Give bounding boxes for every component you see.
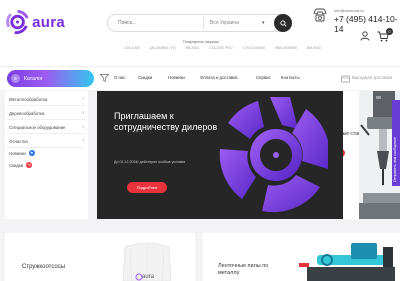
contact-email[interactable]: info@auraural.ru [334,8,364,13]
popular-tag[interactable]: ЦМ-400/600 (TY) [149,46,175,50]
popular-tag[interactable]: СТА-1000 PRO [209,46,233,50]
nav-link-service[interactable]: Сервис [256,75,281,80]
region-select[interactable]: Вся Украина [210,20,262,26]
chevron-right-icon: › [82,138,84,144]
search-bar: Вся Украина ▾ [107,14,292,32]
catalog-label: Каталог [24,75,43,82]
band-saw-image [299,243,395,281]
chevron-right-icon: › [82,124,84,130]
sidebar-item-metalworking[interactable]: Металлообработка › [5,93,88,105]
menu-icon: ≡ [11,74,20,83]
main-navigation: ≡ Каталог О нас Скидки Новинки Оплата и … [0,66,400,90]
nav-link-about[interactable]: О нас [114,75,138,80]
user-icon[interactable] [360,31,370,41]
sale-badge-icon: % [26,162,33,168]
logo-mark-icon [6,9,29,35]
site-header: aura Вся Украина ▾ Популярные запросы СЗ… [0,0,400,66]
category-card-band-saws[interactable]: Ленточные пилы по металлу [203,233,400,281]
hero-banner[interactable]: Приглашаем к сотрудничеству дилеров До 0… [97,91,343,219]
feedback-tab[interactable]: Отправить нам сообщение [392,100,400,186]
sidebar-item-label: Оснастка [9,138,28,144]
logo-text: aura [32,13,65,31]
popular-tag[interactable]: СТМ-100/3000 [242,46,265,50]
catalog-sidebar: Металлообработка › Деревообработка › Спе… [5,91,88,219]
nav-link-contacts[interactable]: Контакты [281,75,311,80]
sidebar-item-woodworking[interactable]: Деревообработка › [5,107,88,119]
chevron-down-icon[interactable]: ▾ [262,20,265,26]
nav-link-discounts[interactable]: Скидки [138,75,168,80]
popular-tags: СЗБ-1200 ЦМ-400/600 (TY) ФВ 2000 СТА-100… [124,46,321,50]
popular-queries-label: Популярные запросы [183,40,219,44]
cart-count-badge: 0 [386,28,393,35]
banner-subtitle: До 01.12.2024г действуют особые условия [114,160,186,164]
sidebar-item-sale[interactable]: Скидки % [5,159,88,171]
feedback-label: Отправить нам сообщение [393,136,397,182]
phone-icon[interactable] [312,8,328,22]
chevron-right-icon: › [82,110,84,116]
category-card-dust-extractors[interactable]: Стружкоотсосы aura [5,233,195,281]
bag-logo-text: aura [142,274,155,280]
popular-tag[interactable]: СЗБ-1200 [124,46,139,50]
sidebar-item-label: Специальное оборудование [9,124,66,130]
delivery-icon [341,75,350,83]
search-input[interactable] [108,15,203,31]
search-button[interactable] [274,14,292,32]
sidebar-item-label: Металлообработка [9,96,48,102]
popular-tag[interactable]: ВМ-9000 [307,46,321,50]
category-card-title: Ленточные пилы по металлу [218,263,269,276]
category-card-title: Стружкоотсосы [22,264,66,270]
banner-more-button[interactable]: Подробнее [127,182,167,193]
divider [7,105,85,106]
new-badge-icon: ★ [28,150,35,156]
sidebar-item-label: Деревообработка [9,110,45,116]
sidebar-item-label: Скидки [9,162,24,168]
sidebar-item-tooling[interactable]: Оснастка › [5,135,88,147]
search-divider [203,17,204,29]
sidebar-item-special[interactable]: Специальное оборудование › [5,121,88,133]
nav-links: О нас Скидки Новинки Оплата и доставка С… [114,75,311,80]
catalog-button[interactable]: ≡ Каталог [7,70,94,87]
logo[interactable]: aura [5,8,65,36]
popular-tag[interactable]: ФВ 2000 [186,46,199,50]
sidebar-item-label: Новинки [9,150,26,156]
search-icon [279,19,287,27]
banner-title: Приглашаем к сотрудничеству дилеров [114,111,218,132]
filter-icon[interactable] [100,74,109,82]
divider [7,119,85,120]
chevron-right-icon: › [82,96,84,102]
aura-emblem-graphic [219,97,328,213]
sidebar-item-new[interactable]: Новинки ★ [5,147,88,159]
nav-link-payment[interactable]: Оплата и доставка [200,75,256,80]
divider [7,133,85,134]
popular-tag[interactable]: ПКВ-300/3000 [275,46,297,50]
nav-link-new[interactable]: Новинки [168,75,200,80]
page: aura Вся Украина ▾ Популярные запросы СЗ… [0,0,400,281]
delivery-link[interactable]: Выгодная доставка [352,75,392,80]
